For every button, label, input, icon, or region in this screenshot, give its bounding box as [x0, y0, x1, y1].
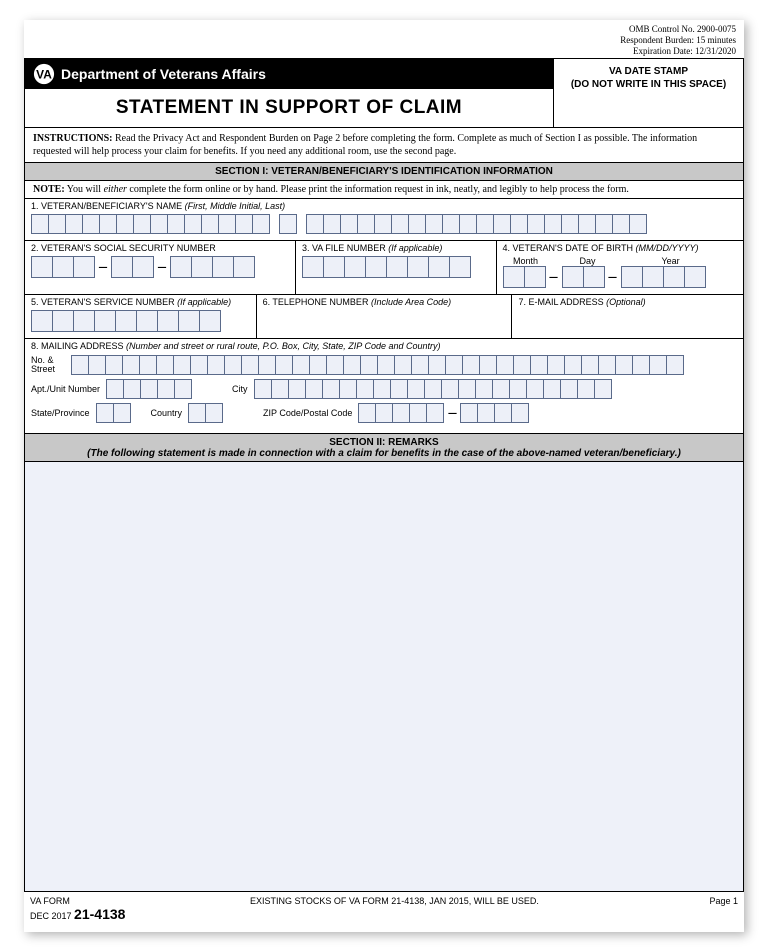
dob-header-labels: Month Day Year: [503, 256, 737, 266]
date-stamp-box: VA DATE STAMP (DO NOT WRITE IN THIS SPAC…: [553, 59, 743, 127]
field-3-vafile: 3. VA FILE NUMBER (If applicable): [296, 241, 497, 295]
field-7-email: 7. E-MAIL ADDRESS (Optional): [512, 295, 744, 339]
dob-input[interactable]: – –: [503, 266, 737, 288]
addr-street-label: No. & Street: [31, 356, 71, 376]
note-rest: complete the form online or by hand. Ple…: [127, 184, 629, 195]
zip-input[interactable]: –: [358, 403, 529, 423]
field-6-label: 6. TELEPHONE NUMBER (Include Area Code): [263, 297, 506, 307]
vafile-input[interactable]: [302, 256, 490, 278]
field-1-name: 1. VETERAN/BENEFICIARY'S NAME (First, Mi…: [24, 199, 744, 241]
field-8-address: 8. MAILING ADDRESS (Number and street or…: [24, 339, 744, 434]
street-input[interactable]: [71, 355, 684, 375]
header-left: VA Department of Veterans Affairs STATEM…: [25, 59, 553, 127]
header-row: VA Department of Veterans Affairs STATEM…: [24, 58, 744, 128]
addr-zip-label: ZIP Code/Postal Code: [263, 408, 352, 418]
field-1-label: 1. VETERAN/BENEFICIARY'S NAME (First, Mi…: [31, 201, 737, 211]
apt-input[interactable]: [106, 379, 192, 399]
va-logo-icon: VA: [33, 63, 55, 85]
addr-state-label: State/Province: [31, 408, 90, 418]
omb-meta: OMB Control No. 2900-0075 Respondent Bur…: [24, 20, 744, 58]
footer-left: VA FORM DEC 2017 21-4138: [30, 896, 190, 922]
svg-text:VA: VA: [36, 68, 52, 82]
expiration-date: Expiration Date: 12/31/2020: [24, 46, 736, 57]
section2-header: SECTION II: REMARKS (The following state…: [24, 434, 744, 462]
field-3-label: 3. VA FILE NUMBER (If applicable): [302, 243, 490, 253]
va-form-label: VA FORM: [30, 896, 190, 906]
addr-city-label: City: [232, 384, 248, 394]
field-8-label: 8. MAILING ADDRESS (Number and street or…: [31, 341, 737, 351]
field-2-label: 2. VETERAN'S SOCIAL SECURITY NUMBER: [31, 243, 289, 253]
remarks-textarea[interactable]: [24, 462, 744, 892]
country-input[interactable]: [188, 403, 223, 423]
note-label: NOTE:: [33, 184, 65, 195]
row-2-3-4: 2. VETERAN'S SOCIAL SECURITY NUMBER – – …: [24, 241, 744, 295]
field-7-label: 7. E-MAIL ADDRESS (Optional): [518, 297, 737, 307]
state-input[interactable]: [96, 403, 131, 423]
respondent-burden: Respondent Burden: 15 minutes: [24, 35, 736, 46]
service-number-input[interactable]: [31, 310, 250, 332]
footer: VA FORM DEC 2017 21-4138 EXISTING STOCKS…: [24, 892, 744, 932]
note-italic: either: [104, 184, 127, 195]
form-number: 21-4138: [74, 906, 125, 922]
section1-header: SECTION I: VETERAN/BENEFICIARY'S IDENTIF…: [24, 163, 744, 181]
row-5-6-7: 5. VETERAN'S SERVICE NUMBER (If applicab…: [24, 295, 744, 339]
addr-country-label: Country: [151, 408, 183, 418]
instructions-text: Read the Privacy Act and Respondent Burd…: [33, 133, 697, 157]
agency-banner: VA Department of Veterans Affairs: [25, 59, 553, 89]
instructions-block: INSTRUCTIONS: Read the Privacy Act and R…: [24, 128, 744, 163]
date-stamp-heading: VA DATE STAMP: [558, 65, 739, 78]
form-title: STATEMENT IN SUPPORT OF CLAIM: [25, 89, 553, 127]
field-5-service: 5. VETERAN'S SERVICE NUMBER (If applicab…: [24, 295, 257, 339]
form-date: DEC 2017: [30, 911, 72, 921]
field-2-ssn: 2. VETERAN'S SOCIAL SECURITY NUMBER – –: [24, 241, 296, 295]
instructions-label: INSTRUCTIONS:: [33, 133, 112, 144]
omb-number: OMB Control No. 2900-0075: [24, 24, 736, 35]
addr-apt-city-row: Apt./Unit Number City: [31, 379, 737, 399]
city-input[interactable]: [254, 379, 612, 399]
field-4-dob: 4. VETERAN'S DATE OF BIRTH (MM/DD/YYYY) …: [497, 241, 744, 295]
addr-street-row: No. & Street: [31, 355, 737, 375]
date-stamp-note: (DO NOT WRITE IN THIS SPACE): [558, 78, 739, 91]
footer-page: Page 1: [658, 896, 738, 906]
section2-heading: SECTION II: REMARKS: [25, 437, 743, 448]
addr-apt-label: Apt./Unit Number: [31, 384, 100, 394]
section2-subtitle: (The following statement is made in conn…: [25, 448, 743, 459]
note-text1: You will: [65, 184, 104, 195]
addr-state-zip-row: State/Province Country ZIP Code/Postal C…: [31, 403, 737, 423]
name-input-boxes[interactable]: [31, 214, 737, 234]
field-4-label: 4. VETERAN'S DATE OF BIRTH (MM/DD/YYYY): [503, 243, 737, 253]
agency-name: Department of Veterans Affairs: [61, 66, 266, 82]
footer-center: EXISTING STOCKS OF VA FORM 21-4138, JAN …: [190, 896, 658, 906]
ssn-input[interactable]: – –: [31, 256, 289, 278]
form-page: OMB Control No. 2900-0075 Respondent Bur…: [24, 20, 744, 932]
field-5-label: 5. VETERAN'S SERVICE NUMBER (If applicab…: [31, 297, 250, 307]
section1-note: NOTE: You will either complete the form …: [24, 181, 744, 199]
field-6-phone: 6. TELEPHONE NUMBER (Include Area Code): [257, 295, 513, 339]
